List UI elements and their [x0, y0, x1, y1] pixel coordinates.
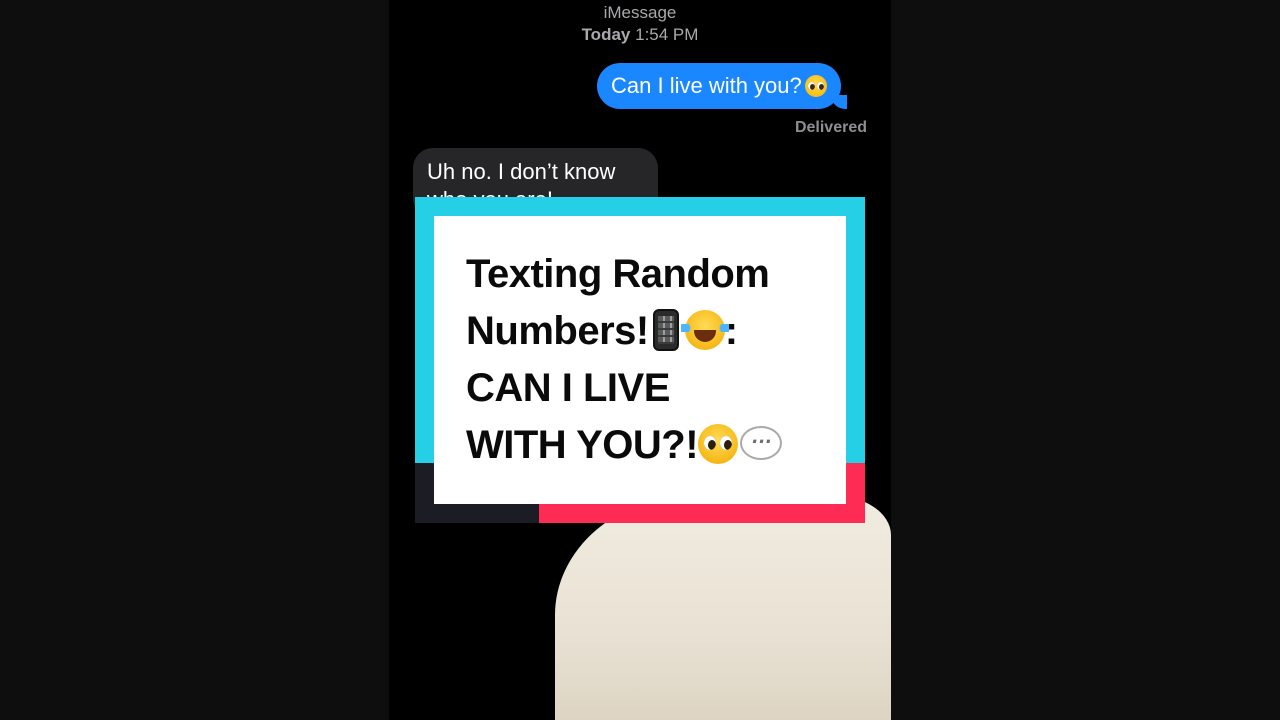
service-label: iMessage — [603, 3, 677, 22]
title-line-1: Texting Random — [466, 252, 770, 296]
title-line-4-text: WITH YOU?! — [466, 423, 699, 467]
person-image — [555, 495, 891, 720]
speech-balloon-icon — [740, 426, 783, 460]
delivery-status: Delivered — [794, 119, 867, 136]
title-line-2-text: Numbers! — [466, 309, 649, 353]
conversation-timestamp: Today 1:54 PM — [389, 25, 891, 45]
tears-of-joy-icon — [680, 310, 729, 350]
timestamp-day: Today — [581, 25, 631, 44]
video-frame: iMessage Today 1:54 PM Can I live with y… — [0, 0, 1280, 720]
title-card: Texting Random Numbers!: CAN I LIVE WITH… — [434, 216, 846, 504]
title-line-3: CAN I LIVE — [466, 366, 670, 410]
timestamp-time: 1:54 PM — [635, 25, 699, 44]
pleading-face-icon — [698, 424, 739, 464]
outgoing-message-bubble[interactable]: Can I live with you? — [597, 63, 847, 109]
title-line-2: Numbers!: — [466, 303, 846, 360]
outgoing-message-text: Can I live with you? — [611, 73, 802, 98]
video-title: Texting Random Numbers!: CAN I LIVE WITH… — [466, 246, 846, 474]
mobile-phone-icon — [652, 309, 679, 351]
bubble-tail — [830, 95, 847, 109]
title-line-4: WITH YOU?! — [466, 417, 846, 474]
pleading-face-icon — [804, 75, 827, 97]
